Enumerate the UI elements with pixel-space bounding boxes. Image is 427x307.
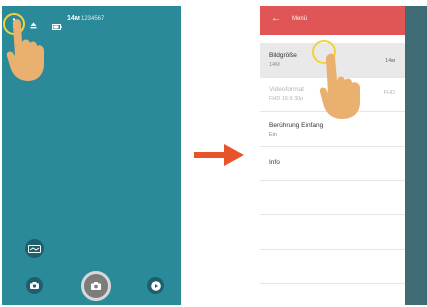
pointing-hand-icon [318, 52, 366, 125]
menu-item-value: 14M [269, 62, 280, 68]
menu-item-label: Videoformat [269, 86, 304, 93]
menu-empty-row [260, 215, 405, 250]
menu-item-label: Bildgröße [269, 52, 297, 59]
battery-icon [52, 17, 62, 35]
camera-icon [30, 282, 39, 289]
menu-item-badge: FHD [383, 90, 395, 96]
panorama-icon [28, 244, 41, 253]
menu-empty-row [260, 181, 405, 215]
right-edge-panel [405, 6, 427, 305]
pointing-hand-icon [6, 18, 48, 87]
menu-empty-row [260, 250, 405, 284]
menu-item-value: Ein [269, 132, 277, 138]
play-icon [150, 280, 161, 291]
shot-counter: 1234567 [81, 16, 105, 22]
camera-icon [91, 282, 101, 290]
scene-button[interactable] [25, 239, 44, 258]
menu-item-label: Info [269, 159, 280, 166]
menu-title: Menü [292, 16, 308, 22]
photo-mode-button[interactable] [26, 277, 43, 294]
back-arrow-icon[interactable]: ← [271, 13, 281, 24]
menu-header: ← Menü [260, 6, 405, 35]
menu-item-info[interactable]: Info [260, 147, 405, 181]
image-size-indicator: 14ᴍ [67, 15, 80, 22]
transition-arrow-icon [194, 144, 244, 171]
menu-item-label: Berührung Einfang [269, 122, 324, 129]
menu-item-value: FHD 16:9 30p [269, 96, 304, 102]
shutter-button[interactable] [81, 271, 111, 301]
playback-button[interactable] [147, 277, 164, 294]
menu-item-badge: 14ᴍ [385, 58, 395, 64]
